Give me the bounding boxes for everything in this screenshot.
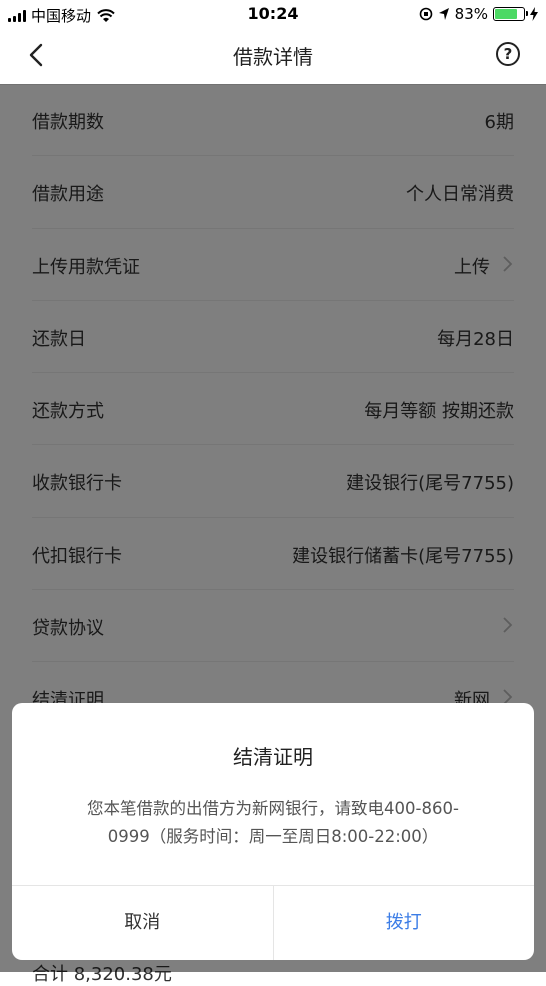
help-icon[interactable]: ? bbox=[496, 42, 520, 66]
orientation-lock-icon bbox=[419, 7, 432, 21]
dialog-message: 您本笔借款的出借方为新网银行，请致电400-860-0999（服务时间：周一至周… bbox=[87, 799, 459, 846]
status-right: 83% bbox=[419, 5, 538, 23]
status-bar: 中国移动 10:24 83% bbox=[0, 0, 546, 28]
charging-icon bbox=[530, 7, 538, 21]
battery-icon bbox=[493, 7, 528, 21]
cancel-button[interactable]: 取消 bbox=[12, 886, 274, 960]
dialog-title: 结清证明 bbox=[233, 745, 313, 769]
nav-bar: 借款详情 ? bbox=[0, 28, 546, 85]
settlement-proof-dialog: 结清证明 您本笔借款的出借方为新网银行，请致电400-860-0999（服务时间… bbox=[12, 703, 534, 960]
call-button[interactable]: 拨打 bbox=[274, 886, 535, 960]
battery-percent: 83% bbox=[454, 5, 488, 23]
dialog-actions: 取消 拨打 bbox=[12, 885, 534, 960]
battery-fill bbox=[495, 9, 517, 19]
location-icon bbox=[438, 8, 449, 20]
page-title: 借款详情 bbox=[233, 45, 313, 69]
